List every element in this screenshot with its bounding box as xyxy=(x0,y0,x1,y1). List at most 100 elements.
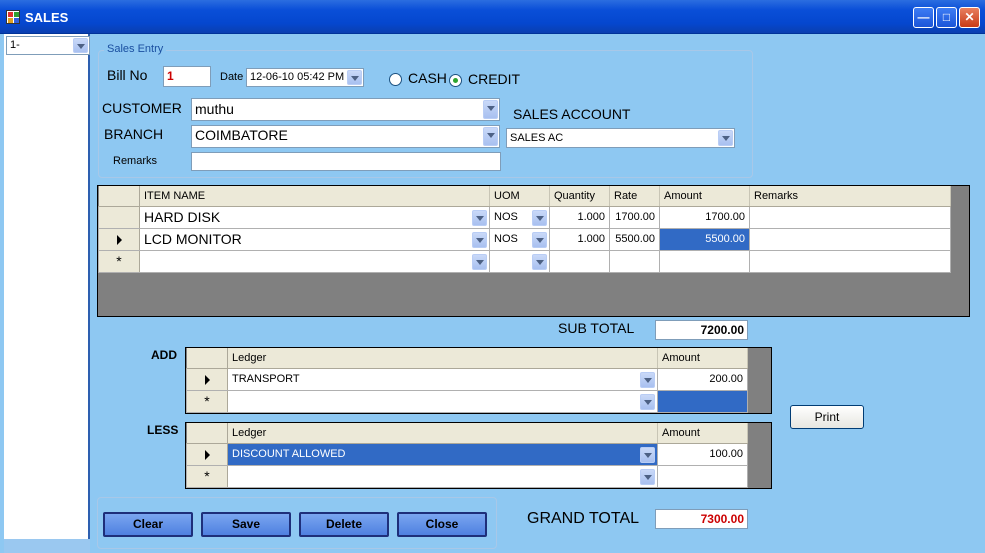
rate-cell[interactable] xyxy=(609,249,660,273)
new-row-marker: * xyxy=(98,249,140,273)
column-header[interactable]: Quantity xyxy=(549,186,610,207)
new-row-marker: * xyxy=(186,389,228,413)
date-value: 12-06-10 05:42 PM xyxy=(250,71,345,83)
table-row[interactable]: LCD MONITOR NOS 1.000 5500.00 5500.00 xyxy=(98,227,951,251)
new-row[interactable]: * xyxy=(98,249,951,273)
chevron-down-icon[interactable] xyxy=(73,38,88,53)
chevron-down-icon[interactable] xyxy=(472,231,487,248)
minimize-icon: — xyxy=(917,10,930,24)
remarks-cell[interactable] xyxy=(749,205,951,229)
record-selector[interactable]: 1- xyxy=(6,36,90,55)
remarks-cell[interactable] xyxy=(749,249,951,273)
row-header[interactable] xyxy=(98,227,140,251)
items-header-row: ITEM NAME UOM Quantity Rate Amount Remar… xyxy=(98,186,951,207)
column-header[interactable]: Amount xyxy=(657,423,748,444)
item-name-cell[interactable]: HARD DISK xyxy=(139,205,490,229)
chevron-down-icon[interactable] xyxy=(532,253,547,270)
column-header[interactable]: Ledger xyxy=(227,423,658,444)
uom: NOS xyxy=(494,211,518,223)
window-title: SALES xyxy=(25,10,69,25)
close-button[interactable]: Close xyxy=(397,512,487,537)
amount-cell-selected[interactable]: 5500.00 xyxy=(659,227,750,251)
bill-no-field[interactable]: 1 xyxy=(163,66,211,87)
cash-radio[interactable] xyxy=(389,73,402,86)
table-row[interactable]: HARD DISK NOS 1.000 1700.00 1700.00 xyxy=(98,205,951,229)
column-header[interactable]: Amount xyxy=(659,186,750,207)
row-header-corner xyxy=(98,186,140,207)
credit-radio[interactable] xyxy=(449,74,462,87)
table-row[interactable]: TRANSPORT 200.00 xyxy=(186,367,748,391)
new-row[interactable]: * xyxy=(186,464,748,488)
add-header-row: Ledger Amount xyxy=(186,348,748,369)
delete-button[interactable]: Delete xyxy=(299,512,389,537)
add-label: ADD xyxy=(151,348,177,362)
ledger-cell[interactable] xyxy=(227,389,658,413)
chevron-down-icon[interactable] xyxy=(718,130,733,146)
chevron-down-icon[interactable] xyxy=(640,468,655,485)
chevron-down-icon[interactable] xyxy=(532,231,547,248)
customer-combo[interactable]: muthu xyxy=(191,98,500,121)
item-name-cell[interactable]: LCD MONITOR xyxy=(139,227,490,251)
save-button[interactable]: Save xyxy=(201,512,291,537)
date-picker[interactable]: 12-06-10 05:42 PM xyxy=(246,68,364,87)
ledger-cell[interactable]: TRANSPORT xyxy=(227,367,658,391)
table-row[interactable]: DISCOUNT ALLOWED 100.00 xyxy=(186,442,748,466)
chevron-down-icon[interactable] xyxy=(483,127,498,146)
ledger: DISCOUNT ALLOWED xyxy=(232,448,346,460)
sales-account-value: SALES AC xyxy=(510,132,564,144)
chevron-down-icon[interactable] xyxy=(472,253,487,270)
calendar-dropdown-icon[interactable] xyxy=(347,70,362,85)
maximize-button[interactable]: □ xyxy=(936,7,957,28)
column-header[interactable]: Amount xyxy=(657,348,748,369)
row-header[interactable] xyxy=(98,205,140,229)
chevron-down-icon[interactable] xyxy=(472,209,487,226)
ledger-cell-selected[interactable]: DISCOUNT ALLOWED xyxy=(227,442,658,466)
uom-cell[interactable]: NOS xyxy=(489,227,550,251)
less-label: LESS xyxy=(147,423,179,437)
amount-cell[interactable]: 1700.00 xyxy=(659,205,750,229)
row-header[interactable] xyxy=(186,367,228,391)
quantity-cell[interactable] xyxy=(549,249,610,273)
uom-cell[interactable] xyxy=(489,249,550,273)
sales-account-combo[interactable]: SALES AC xyxy=(506,128,735,148)
cash-label[interactable]: CASH xyxy=(408,70,447,86)
amount-cell[interactable] xyxy=(659,249,750,273)
row-header[interactable] xyxy=(186,442,228,466)
current-row-icon xyxy=(116,234,122,245)
credit-label[interactable]: CREDIT xyxy=(468,71,520,87)
chevron-down-icon[interactable] xyxy=(532,209,547,226)
column-header[interactable]: UOM xyxy=(489,186,550,207)
clear-button[interactable]: Clear xyxy=(103,512,193,537)
rate-cell[interactable]: 1700.00 xyxy=(609,205,660,229)
left-panel: 1- xyxy=(4,34,90,553)
item-name: LCD MONITOR xyxy=(144,231,242,247)
ledger-cell[interactable] xyxy=(227,464,658,488)
branch-combo[interactable]: COIMBATORE xyxy=(191,125,500,148)
column-header[interactable]: ITEM NAME xyxy=(139,186,490,207)
chevron-down-icon[interactable] xyxy=(640,446,655,463)
quantity-cell[interactable]: 1.000 xyxy=(549,205,610,229)
close-window-button[interactable]: ✕ xyxy=(959,7,980,28)
remarks-input[interactable] xyxy=(191,152,501,171)
amount-cell[interactable] xyxy=(657,464,748,488)
column-header[interactable]: Rate xyxy=(609,186,660,207)
new-row[interactable]: * xyxy=(186,389,748,413)
rate-cell[interactable]: 5500.00 xyxy=(609,227,660,251)
chevron-down-icon[interactable] xyxy=(483,100,498,119)
column-header[interactable]: Ledger xyxy=(227,348,658,369)
current-row-icon xyxy=(204,374,210,385)
remarks-cell[interactable] xyxy=(749,227,951,251)
chevron-down-icon[interactable] xyxy=(640,371,655,388)
amount-cell[interactable]: 100.00 xyxy=(657,442,748,466)
print-button[interactable]: Print xyxy=(790,405,864,429)
remarks-label: Remarks xyxy=(113,155,158,167)
minimize-button[interactable]: — xyxy=(913,7,934,28)
amount-cell[interactable]: 200.00 xyxy=(657,367,748,391)
customer-value: muthu xyxy=(195,101,234,117)
amount-cell-selected[interactable] xyxy=(657,389,748,413)
item-name-cell[interactable] xyxy=(139,249,490,273)
uom-cell[interactable]: NOS xyxy=(489,205,550,229)
quantity-cell[interactable]: 1.000 xyxy=(549,227,610,251)
chevron-down-icon[interactable] xyxy=(640,393,655,410)
column-header[interactable]: Remarks xyxy=(749,186,951,207)
